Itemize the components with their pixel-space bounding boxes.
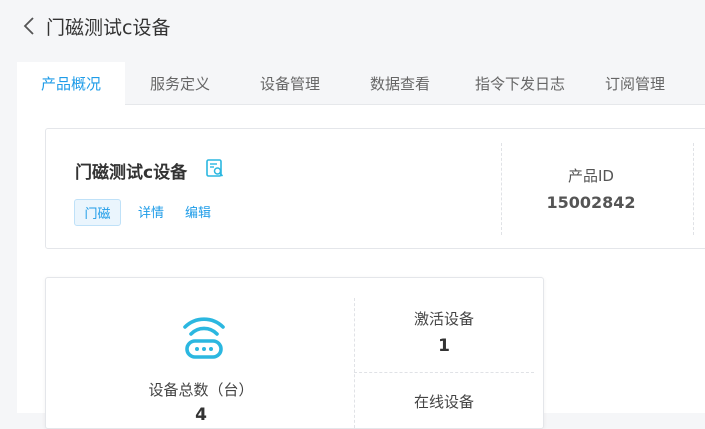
document-search-icon[interactable] <box>204 157 226 179</box>
tab-device-management[interactable]: 设备管理 <box>235 62 345 104</box>
product-id-label: 产品ID <box>568 167 614 185</box>
tab-bar: 产品概况 服务定义 设备管理 数据查看 指令下发日志 订阅管理 <box>17 62 705 105</box>
product-category-tag: 门磁 <box>74 199 121 226</box>
online-devices-label: 在线设备 <box>413 393 474 411</box>
wifi-router-icon <box>183 317 225 359</box>
tab-overview[interactable]: 产品概况 <box>17 62 125 105</box>
product-id-value: 15002842 <box>546 193 636 212</box>
activated-devices-label: 激活设备 <box>413 310 474 328</box>
total-devices-value: 4 <box>195 405 207 425</box>
total-devices-label: 设备总数（台） <box>148 381 254 399</box>
tab-subscription-management[interactable]: 订阅管理 <box>585 62 685 104</box>
product-name: 门磁测试c设备 <box>75 163 188 183</box>
page-title: 门磁测试c设备 <box>46 17 171 39</box>
edit-link[interactable]: 编辑 <box>185 202 211 221</box>
chevron-left-icon <box>23 17 34 35</box>
tab-command-log[interactable]: 指令下发日志 <box>455 62 585 104</box>
detail-link[interactable]: 详情 <box>138 202 164 221</box>
divider <box>501 143 502 235</box>
divider <box>354 372 534 373</box>
back-button[interactable] <box>18 14 40 38</box>
page-header: 门磁测试c设备 <box>0 0 705 58</box>
product-info-card: 门磁测试c设备 门磁 详情 编辑 产品ID 15002842 <box>45 128 705 249</box>
tab-data-view[interactable]: 数据查看 <box>345 62 455 104</box>
divider <box>693 143 694 235</box>
device-stats-card: 设备总数（台） 4 激活设备 1 在线设备 <box>45 277 544 429</box>
tab-service-definition[interactable]: 服务定义 <box>125 62 235 104</box>
activated-devices-value: 1 <box>438 336 450 356</box>
